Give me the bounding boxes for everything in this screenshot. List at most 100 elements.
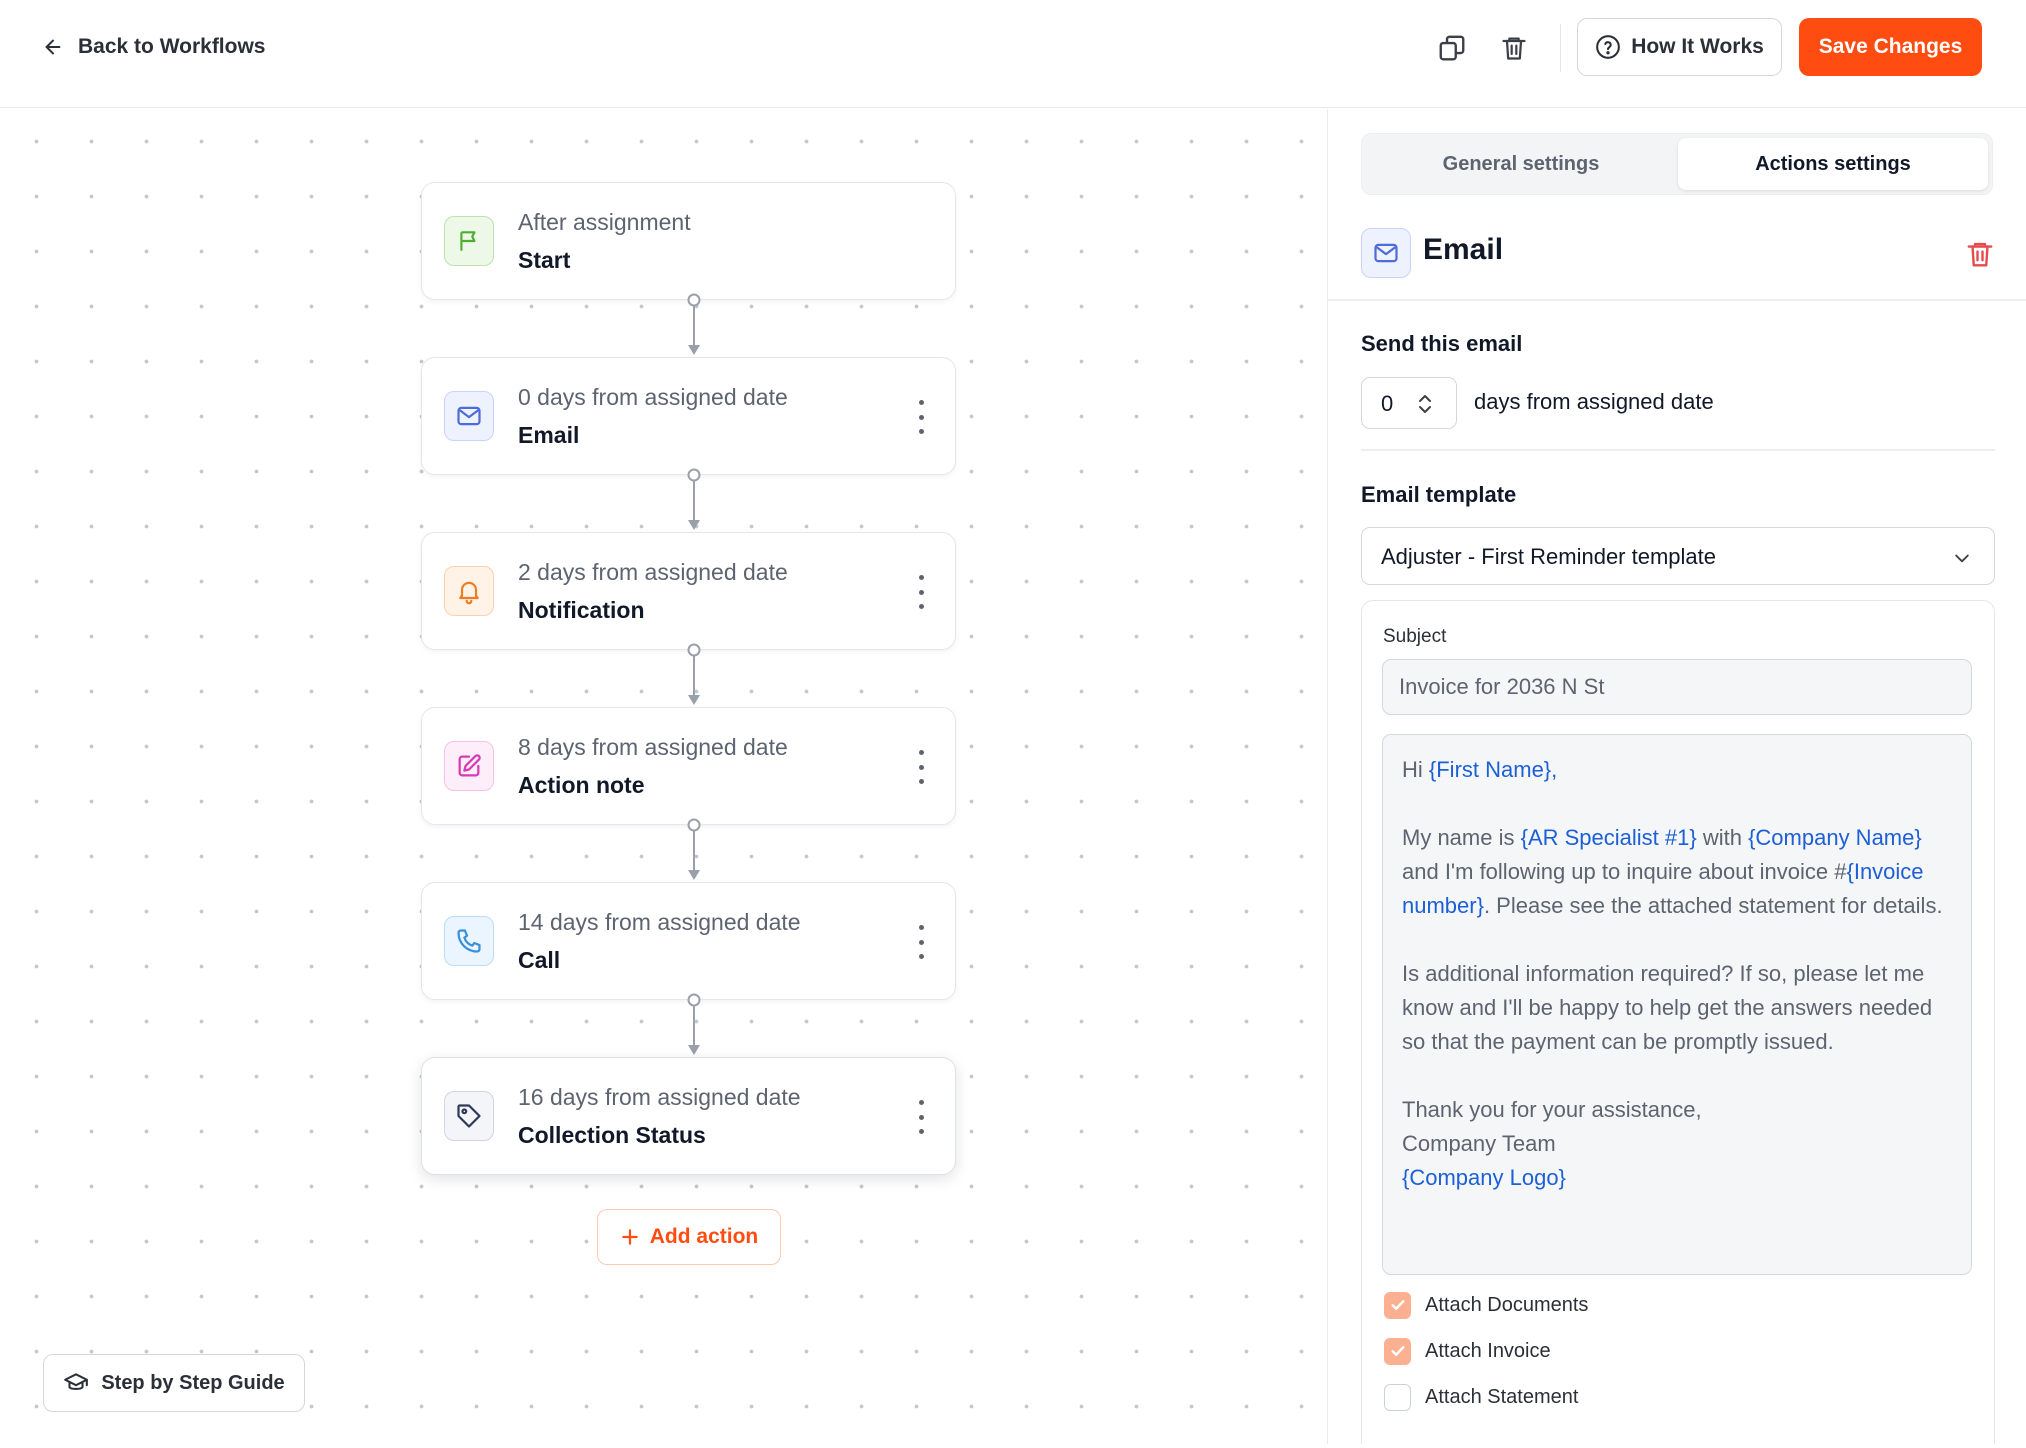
signoff-line-1: Thank you for your assistance, (1402, 1097, 1702, 1122)
tag-icon (444, 1091, 494, 1141)
attach-invoice-checkbox[interactable]: Attach Invoice (1384, 1337, 1551, 1365)
node-subtitle: 8 days from assigned date (518, 734, 788, 760)
duplicate-button[interactable] (1432, 28, 1472, 68)
signoff-line-2: Company Team (1402, 1131, 1556, 1156)
edit-note-icon (444, 741, 494, 791)
workflow-node-call[interactable]: 14 days from assigned date Call (421, 882, 956, 1000)
checkbox-checked[interactable] (1384, 1291, 1411, 1319)
body-greeting: Hi {First Name}, (1402, 753, 1952, 787)
more-options-icon[interactable] (915, 925, 927, 959)
phone-icon (444, 916, 494, 966)
node-title: Call (518, 947, 561, 973)
email-template-label: Email template (1361, 482, 1517, 507)
check-icon (1391, 1346, 1404, 1356)
chevron-down-icon (1955, 554, 1969, 563)
days-suffix-label: days from assigned date (1474, 389, 1714, 414)
checkbox-unchecked[interactable] (1384, 1383, 1411, 1411)
mail-icon (444, 391, 494, 441)
guide-label: Step by Step Guide (101, 1371, 285, 1394)
node-title: Email (518, 422, 580, 448)
node-subtitle: After assignment (518, 209, 691, 235)
attach-documents-label: Attach Documents (1425, 1293, 1589, 1316)
action-title: Email (1423, 233, 1504, 266)
body-paragraph-2: Is additional information required? If s… (1402, 961, 1933, 1054)
connector-arrow (687, 993, 701, 1055)
company-name-variable: {Company Name} (1748, 825, 1922, 850)
connector-arrow (687, 818, 701, 880)
body-signoff: Thank you for your assistance, Company Te… (1402, 1093, 1952, 1195)
add-action-button[interactable]: Add action (597, 1209, 781, 1265)
step-by-step-guide-button[interactable]: Step by Step Guide (43, 1354, 305, 1412)
checkbox-checked[interactable] (1384, 1337, 1411, 1365)
greeting-text: Hi (1402, 757, 1429, 782)
connector-arrow (687, 643, 701, 705)
email-body-editor[interactable]: Hi {First Name}, My name is {AR Speciali… (1382, 734, 1972, 1275)
trash-icon (1502, 37, 1526, 60)
body-paragraph-1: My name is {AR Specialist #1} with {Comp… (1402, 821, 1952, 923)
workflow-node-action-note[interactable]: 8 days from assigned date Action note (421, 707, 956, 825)
header-divider (1560, 24, 1561, 72)
connector-arrow (687, 468, 701, 530)
workflow-node-collection-status[interactable]: 16 days from assigned date Collection St… (421, 1057, 956, 1175)
body-text: with (1696, 825, 1749, 850)
more-options-icon[interactable] (915, 750, 927, 784)
subject-label: Subject (1383, 626, 1447, 647)
node-title: Notification (518, 597, 645, 623)
back-label: Back to Workflows (78, 35, 266, 58)
check-icon (1391, 1300, 1404, 1310)
help-circle-icon (1596, 35, 1621, 59)
mail-icon (1361, 228, 1411, 278)
workflow-node-notification[interactable]: 2 days from assigned date Notification (421, 532, 956, 650)
more-options-icon[interactable] (915, 400, 927, 434)
days-value: 0 (1381, 391, 1394, 416)
save-changes-button[interactable]: Save Changes (1799, 18, 1982, 76)
how-it-works-button[interactable]: How It Works (1577, 18, 1782, 76)
delete-action-trash-icon[interactable] (1965, 239, 1995, 269)
node-title: Collection Status (518, 1122, 706, 1148)
chevron-up-down-icon[interactable] (1416, 390, 1434, 418)
node-title: Start (518, 247, 571, 273)
node-title: Action note (518, 772, 645, 798)
body-text: My name is (1402, 825, 1521, 850)
body-text: . Please see the attached statement for … (1483, 893, 1943, 918)
how-it-works-label: How It Works (1631, 35, 1764, 58)
email-template-select[interactable]: Adjuster - First Reminder template (1361, 527, 1995, 585)
attach-statement-checkbox[interactable]: Attach Statement (1384, 1383, 1578, 1411)
ar-specialist-variable: {AR Specialist #1} (1520, 825, 1697, 850)
workflow-node-start[interactable]: After assignment Start (421, 182, 956, 300)
email-template-value: Adjuster - First Reminder template (1381, 544, 1716, 569)
node-subtitle: 0 days from assigned date (518, 384, 788, 410)
flag-icon (444, 216, 494, 266)
node-subtitle: 14 days from assigned date (518, 909, 801, 935)
company-logo-variable: {Company Logo} (1402, 1165, 1566, 1190)
action-settings-panel: General settings Actions settings Email … (1327, 109, 2026, 1444)
first-name-variable: {First Name}, (1428, 757, 1558, 782)
settings-tabs: General settings Actions settings (1361, 133, 1993, 195)
attach-documents-checkbox[interactable]: Attach Documents (1384, 1291, 1588, 1319)
section-divider (1328, 299, 2026, 301)
days-stepper[interactable]: 0 (1361, 377, 1457, 429)
back-to-workflows-link[interactable]: Back to Workflows (42, 32, 265, 62)
send-this-email-label: Send this email (1361, 331, 1523, 356)
connector-arrow (687, 293, 701, 355)
body-text: and I'm following up to inquire about in… (1402, 859, 1847, 884)
arrow-left-icon (45, 39, 61, 55)
tab-actions-settings[interactable]: Actions settings (1678, 138, 1988, 190)
add-action-label: Add action (649, 1225, 759, 1248)
attach-invoice-label: Attach Invoice (1425, 1339, 1551, 1362)
subject-input[interactable]: Invoice for 2036 N St (1382, 659, 1972, 715)
top-bar: Back to Workflows How It Works Save Chan… (0, 0, 2026, 108)
graduation-cap-icon (64, 1373, 89, 1390)
workflow-canvas[interactable]: After assignment Start 0 days from assig… (0, 109, 1327, 1444)
attach-statement-label: Attach Statement (1425, 1385, 1579, 1408)
more-options-icon[interactable] (915, 575, 927, 609)
node-subtitle: 2 days from assigned date (518, 559, 788, 585)
workflow-node-email[interactable]: 0 days from assigned date Email (421, 357, 956, 475)
tab-general-settings[interactable]: General settings (1366, 138, 1676, 190)
node-subtitle: 16 days from assigned date (518, 1084, 801, 1110)
section-divider (1361, 449, 1995, 451)
bell-icon (444, 566, 494, 616)
delete-workflow-button[interactable] (1494, 28, 1534, 68)
more-options-icon[interactable] (915, 1100, 927, 1134)
copy-icon (1439, 35, 1465, 61)
